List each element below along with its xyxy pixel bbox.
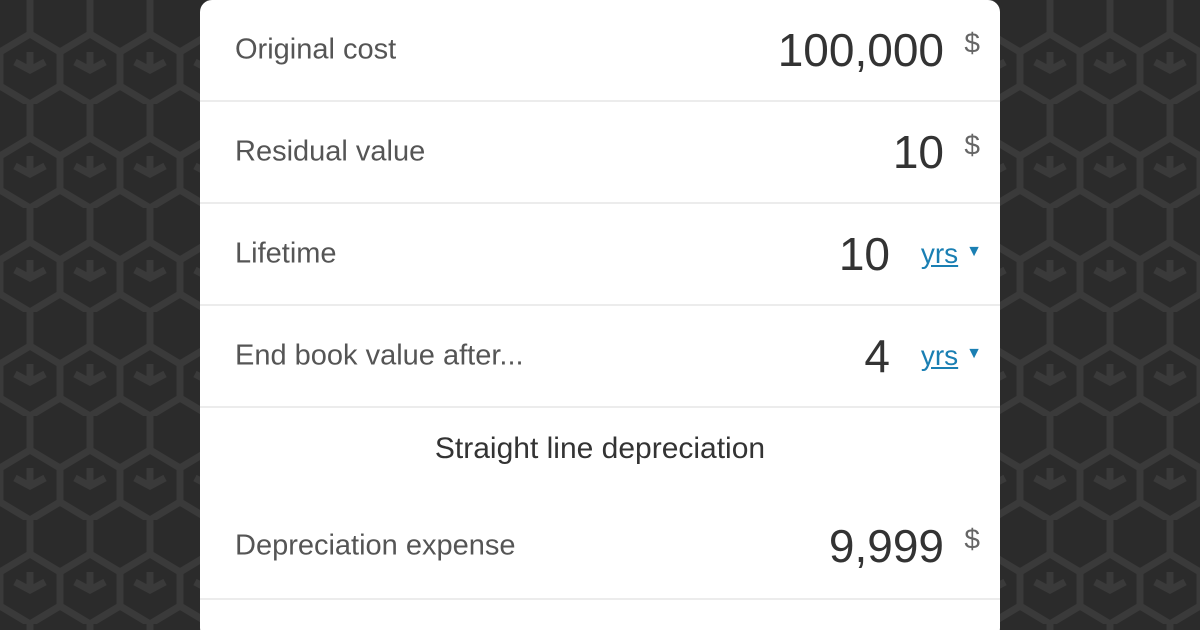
depreciation-expense-value: 9,999 [828, 520, 944, 572]
section-title: Straight line depreciation [434, 432, 766, 465]
lifetime-label: Lifetime [235, 237, 337, 270]
original-cost-label: Original cost [235, 33, 397, 66]
end-book-value-unit-dropdown[interactable]: yrs ▼ [921, 340, 982, 372]
lifetime-unit-dropdown[interactable]: yrs ▼ [921, 238, 982, 270]
end-book-value-row: End book value after... 4 yrs ▼ [200, 306, 1000, 408]
end-book-value-label: End book value after... [235, 339, 524, 372]
calculator-card: Original cost 100,000 $ Residual value 1… [200, 0, 1000, 630]
depreciation-expense-unit: $ [964, 523, 980, 555]
residual-value-row: Residual value 10 $ [200, 102, 1000, 204]
original-cost-unit: $ [964, 27, 980, 59]
lifetime-row: Lifetime 10 yrs ▼ [200, 204, 1000, 306]
depreciation-expense-label: Depreciation expense [235, 529, 516, 562]
caret-down-icon: ▼ [966, 242, 982, 260]
residual-value-input[interactable]: 10 [893, 129, 944, 175]
residual-value-unit: $ [964, 129, 980, 161]
end-book-value-input[interactable]: 4 [864, 333, 890, 379]
end-book-value-unit-label: yrs [920, 340, 959, 371]
depreciation-expense-row: Depreciation expense 9,999 $ [200, 494, 1000, 600]
original-cost-input[interactable]: 100,000 [778, 27, 944, 73]
caret-down-icon: ▼ [966, 344, 982, 362]
lifetime-unit-label: yrs [920, 238, 959, 269]
lifetime-input[interactable]: 10 [839, 231, 890, 277]
original-cost-row: Original cost 100,000 $ [200, 0, 1000, 102]
residual-value-label: Residual value [235, 135, 426, 168]
